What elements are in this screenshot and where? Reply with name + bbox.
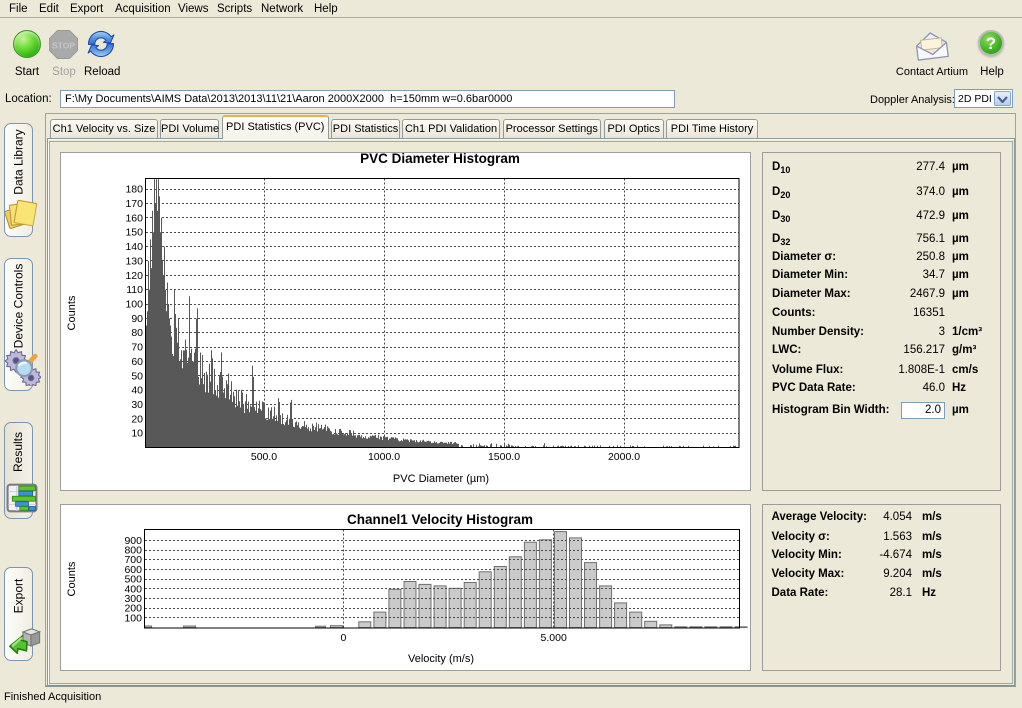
svg-text:PVC Diameter (µm): PVC Diameter (µm) <box>393 473 489 485</box>
svg-text:1500.0: 1500.0 <box>488 451 520 463</box>
svg-text:20: 20 <box>131 413 143 425</box>
svg-text:100: 100 <box>125 299 143 311</box>
svg-text:80: 80 <box>131 327 143 339</box>
svg-text:500.0: 500.0 <box>251 451 277 463</box>
svg-text:150: 150 <box>125 227 143 239</box>
svg-text:130: 130 <box>125 255 143 267</box>
svg-text:180: 180 <box>125 184 143 196</box>
svg-text:140: 140 <box>125 241 143 253</box>
svg-text:10: 10 <box>131 428 143 440</box>
svg-text:110: 110 <box>126 284 143 296</box>
svg-text:PVC Diameter Histogram: PVC Diameter Histogram <box>360 153 520 166</box>
svg-text:170: 170 <box>125 198 143 210</box>
svg-text:5.000: 5.000 <box>541 632 567 644</box>
svg-text:Counts: Counts <box>66 295 78 330</box>
svg-text:60: 60 <box>131 356 143 368</box>
svg-text:120: 120 <box>125 270 143 282</box>
svg-text:70: 70 <box>131 342 143 354</box>
svg-text:Channel1 Velocity Histogram: Channel1 Velocity Histogram <box>347 512 533 527</box>
svg-text:40: 40 <box>131 385 143 397</box>
svg-text:90: 90 <box>131 313 143 325</box>
svg-text:2000.0: 2000.0 <box>608 451 640 463</box>
svg-text:50: 50 <box>131 370 143 382</box>
svg-text:0: 0 <box>340 632 346 644</box>
svg-text:160: 160 <box>125 212 143 224</box>
svg-text:30: 30 <box>131 399 143 411</box>
svg-text:Counts: Counts <box>66 561 78 596</box>
svg-text:Velocity (m/s): Velocity (m/s) <box>408 653 474 665</box>
svg-text:1000.0: 1000.0 <box>368 451 400 463</box>
svg-text:900: 900 <box>124 535 142 547</box>
svg-text:STOP: STOP <box>52 41 75 51</box>
